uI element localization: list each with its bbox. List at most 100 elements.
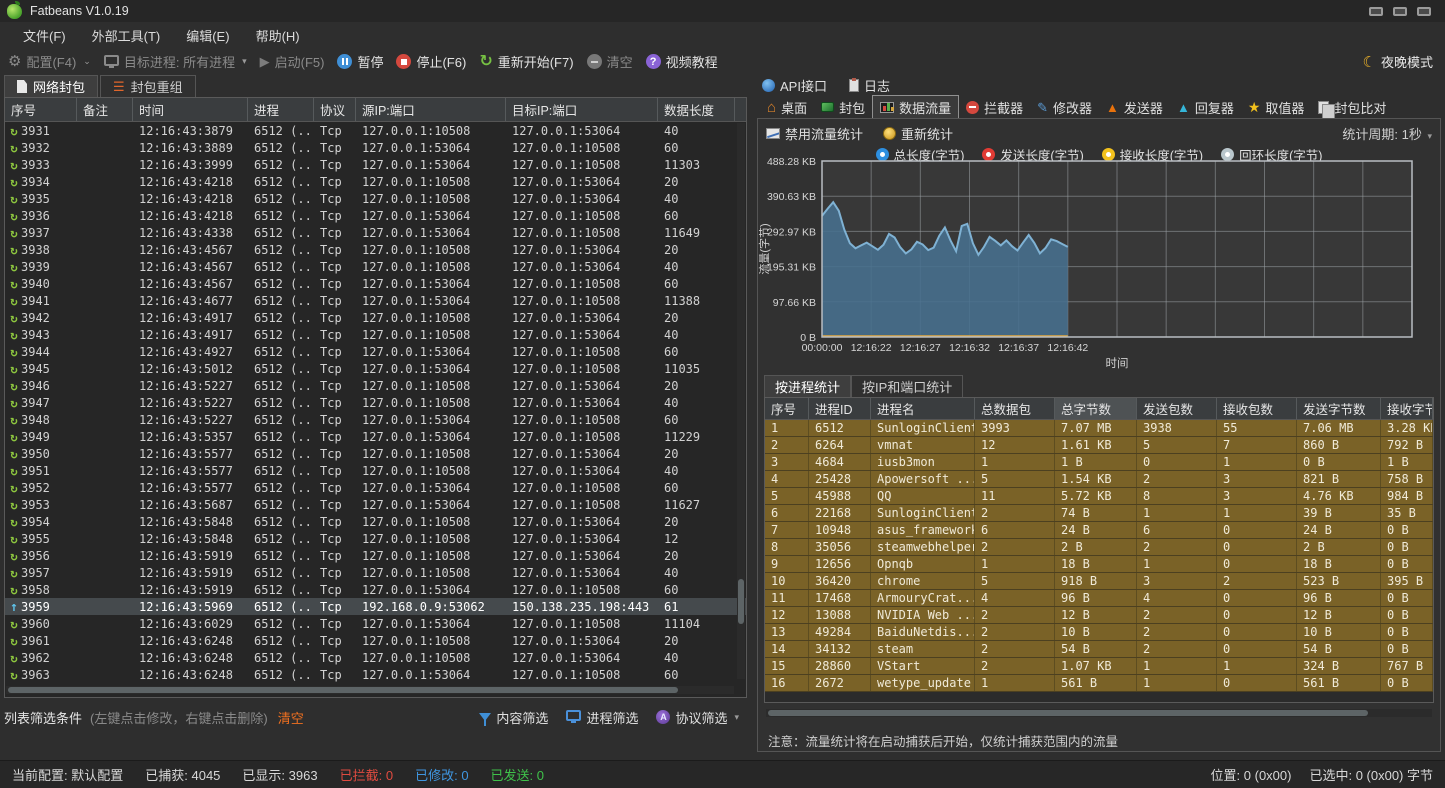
menu-file[interactable]: 文件(F) [10,23,79,48]
filter-clear-button[interactable]: 清空 [278,708,304,727]
table-row[interactable]: ↻395612:16:43:59196512 (...Tcp127.0.0.1:… [5,547,746,564]
table-row[interactable]: ↻395512:16:43:58486512 (...Tcp127.0.0.1:… [5,530,746,547]
column-header[interactable]: 数据长度 [658,98,735,121]
table-row[interactable]: ↻395712:16:43:59196512 (...Tcp127.0.0.1:… [5,564,746,581]
table-row[interactable]: ↻394512:16:43:50126512 (...Tcp127.0.0.1:… [5,360,746,377]
table-row[interactable]: ↻393412:16:43:42186512 (...Tcp127.0.0.1:… [5,173,746,190]
table-row[interactable]: ↻396112:16:43:62486512 (...Tcp127.0.0.1:… [5,632,746,649]
table-row[interactable]: ↻396312:16:43:62486512 (...Tcp127.0.0.1:… [5,666,746,683]
tab-interceptor[interactable]: 拦截器 [959,96,1030,119]
packet-table-hscrollbar[interactable] [6,686,734,694]
tab-value-extractor[interactable]: ★取值器 [1241,96,1312,119]
menu-external-tools[interactable]: 外部工具(T) [79,23,174,48]
table-row[interactable]: ↻394012:16:43:45676512 (...Tcp127.0.0.1:… [5,275,746,292]
tab-api[interactable]: API接口 [762,76,827,95]
table-row[interactable]: 26264vmnat121.61 KB57860 B792 B [765,437,1433,454]
column-header[interactable]: 总数据包 [975,398,1055,419]
table-row[interactable]: 835056steamwebhelper22 B202 B0 B [765,539,1433,556]
column-header[interactable]: 目标IP:端口 [506,98,658,121]
start-button[interactable]: ▶ 启动(F5) [260,52,325,71]
table-row[interactable]: ↻394612:16:43:52276512 (...Tcp127.0.0.1:… [5,377,746,394]
column-header[interactable]: 总字节数 [1055,398,1137,419]
config-button[interactable]: ⚙ 配置(F4)⌄ [8,52,91,71]
restart-button[interactable]: ↻ 重新开始(F7) [479,52,573,71]
tab-stats-by-process[interactable]: 按进程统计 [764,375,851,397]
column-header[interactable]: 发送字节数 [1297,398,1381,419]
stats-table-hscrollbar[interactable] [766,709,1432,717]
table-row[interactable]: ↻395312:16:43:56876512 (...Tcp127.0.0.1:… [5,496,746,513]
table-row[interactable]: ↻394812:16:43:52276512 (...Tcp127.0.0.1:… [5,411,746,428]
table-row[interactable]: ↻395012:16:43:55776512 (...Tcp127.0.0.1:… [5,445,746,462]
table-row[interactable]: ↻393712:16:43:43386512 (...Tcp127.0.0.1:… [5,224,746,241]
column-header[interactable]: 接收包数 [1217,398,1297,419]
column-header[interactable]: 进程 [248,98,314,121]
content-filter-button[interactable]: 内容筛选 [479,708,548,727]
table-row[interactable]: ↻395212:16:43:55776512 (...Tcp127.0.0.1:… [5,479,746,496]
column-header[interactable]: 序号 [5,98,77,121]
process-filter-button[interactable]: 进程筛选 [566,708,638,727]
tab-desktop[interactable]: ⌂桌面 [760,96,814,119]
table-row[interactable]: ↻393912:16:43:45676512 (...Tcp127.0.0.1:… [5,258,746,275]
minimize-button[interactable] [1369,7,1383,16]
column-header[interactable]: 序号 [765,398,809,419]
table-row[interactable]: 710948asus_framework624 B6024 B0 B [765,522,1433,539]
table-row[interactable]: 1213088NVIDIA Web ...212 B2012 B0 B [765,607,1433,624]
menu-help[interactable]: 帮助(H) [243,23,313,48]
table-row[interactable]: ↻393112:16:43:38796512 (...Tcp127.0.0.1:… [5,122,746,139]
tab-packets[interactable]: 封包 [814,96,872,119]
tab-replier[interactable]: ▲回复器 [1170,96,1241,119]
table-row[interactable]: ↻393212:16:43:38896512 (...Tcp127.0.0.1:… [5,139,746,156]
table-row[interactable]: ↻393612:16:43:42186512 (...Tcp127.0.0.1:… [5,207,746,224]
tab-network-packets[interactable]: 网络封包 [4,75,98,97]
tab-packet-compare[interactable]: 封包比对 [1311,96,1393,119]
table-row[interactable]: 1349284BaiduNetdis...210 B2010 B0 B [765,624,1433,641]
table-row[interactable]: ↻396212:16:43:62486512 (...Tcp127.0.0.1:… [5,649,746,666]
table-row[interactable]: 545988QQ115.72 KB834.76 KB984 B [765,488,1433,505]
table-row[interactable]: ↻395412:16:43:58486512 (...Tcp127.0.0.1:… [5,513,746,530]
tab-data-traffic[interactable]: 数据流量 [872,95,959,120]
table-row[interactable]: ↑395912:16:43:59696512 (...Tcp192.168.0.… [5,598,746,615]
table-row[interactable]: 1117468ArmouryCrat...496 B4096 B0 B [765,590,1433,607]
column-header[interactable]: 备注 [77,98,133,121]
clear-button[interactable]: 清空 [587,52,633,71]
maximize-button[interactable] [1393,7,1407,16]
table-row[interactable]: ↻394912:16:43:53576512 (...Tcp127.0.0.1:… [5,428,746,445]
tab-sender[interactable]: ▲发送器 [1099,96,1170,119]
table-row[interactable]: 1434132steam254 B2054 B0 B [765,641,1433,658]
table-row[interactable]: ↻396012:16:43:60296512 (...Tcp127.0.0.1:… [5,615,746,632]
table-row[interactable]: 16512SunloginClient39937.07 MB3938557.06… [765,420,1433,437]
restat-button[interactable]: 重新统计 [883,124,953,143]
tab-log[interactable]: 日志 [849,76,890,95]
column-header[interactable]: 协议 [314,98,356,121]
packet-table-vscrollbar[interactable] [737,123,745,679]
menu-edit[interactable]: 编辑(E) [173,23,242,48]
close-button[interactable] [1417,7,1431,16]
table-row[interactable]: 622168SunloginClient274 B1139 B35 B [765,505,1433,522]
column-header[interactable]: 时间 [133,98,248,121]
pause-button[interactable]: 暂停 [337,52,383,71]
tab-packet-reassembly[interactable]: ☰ 封包重组 [100,75,196,97]
table-row[interactable]: ↻394212:16:43:49176512 (...Tcp127.0.0.1:… [5,309,746,326]
table-row[interactable]: ↻394312:16:43:49176512 (...Tcp127.0.0.1:… [5,326,746,343]
disable-traffic-stats-button[interactable]: 禁用流量统计 [766,124,863,143]
target-process-button[interactable]: 目标进程: 所有进程▾ [104,52,247,71]
table-row[interactable]: 1528860VStart21.07 KB11324 B767 B [765,658,1433,675]
column-header[interactable]: 接收字节 [1381,398,1433,419]
column-header[interactable]: 发送包数 [1137,398,1217,419]
night-mode-toggle[interactable]: ☾ 夜晚模式 [1363,52,1433,71]
table-row[interactable]: 425428Apowersoft ...51.54 KB23821 B758 B [765,471,1433,488]
table-row[interactable]: ↻394112:16:43:46776512 (...Tcp127.0.0.1:… [5,292,746,309]
stop-button[interactable]: 停止(F6) [396,52,466,71]
video-tutorial-button[interactable]: ? 视频教程 [646,52,718,71]
stat-period-dropdown[interactable]: 统计周期: 1秒 ▾ [1342,124,1432,143]
tab-stats-by-ip-port[interactable]: 按IP和端口统计 [851,375,963,397]
table-row[interactable]: ↻393312:16:43:39996512 (...Tcp127.0.0.1:… [5,156,746,173]
table-row[interactable]: ↻394712:16:43:52276512 (...Tcp127.0.0.1:… [5,394,746,411]
table-row[interactable]: ↻395112:16:43:55776512 (...Tcp127.0.0.1:… [5,462,746,479]
column-header[interactable]: 进程名 [871,398,975,419]
column-header[interactable]: 源IP:端口 [356,98,506,121]
table-row[interactable]: ↻393512:16:43:42186512 (...Tcp127.0.0.1:… [5,190,746,207]
table-row[interactable]: 912656Opnqb118 B1018 B0 B [765,556,1433,573]
table-row[interactable]: ↻395812:16:43:59196512 (...Tcp127.0.0.1:… [5,581,746,598]
table-row[interactable]: 1036420chrome5918 B32523 B395 B [765,573,1433,590]
